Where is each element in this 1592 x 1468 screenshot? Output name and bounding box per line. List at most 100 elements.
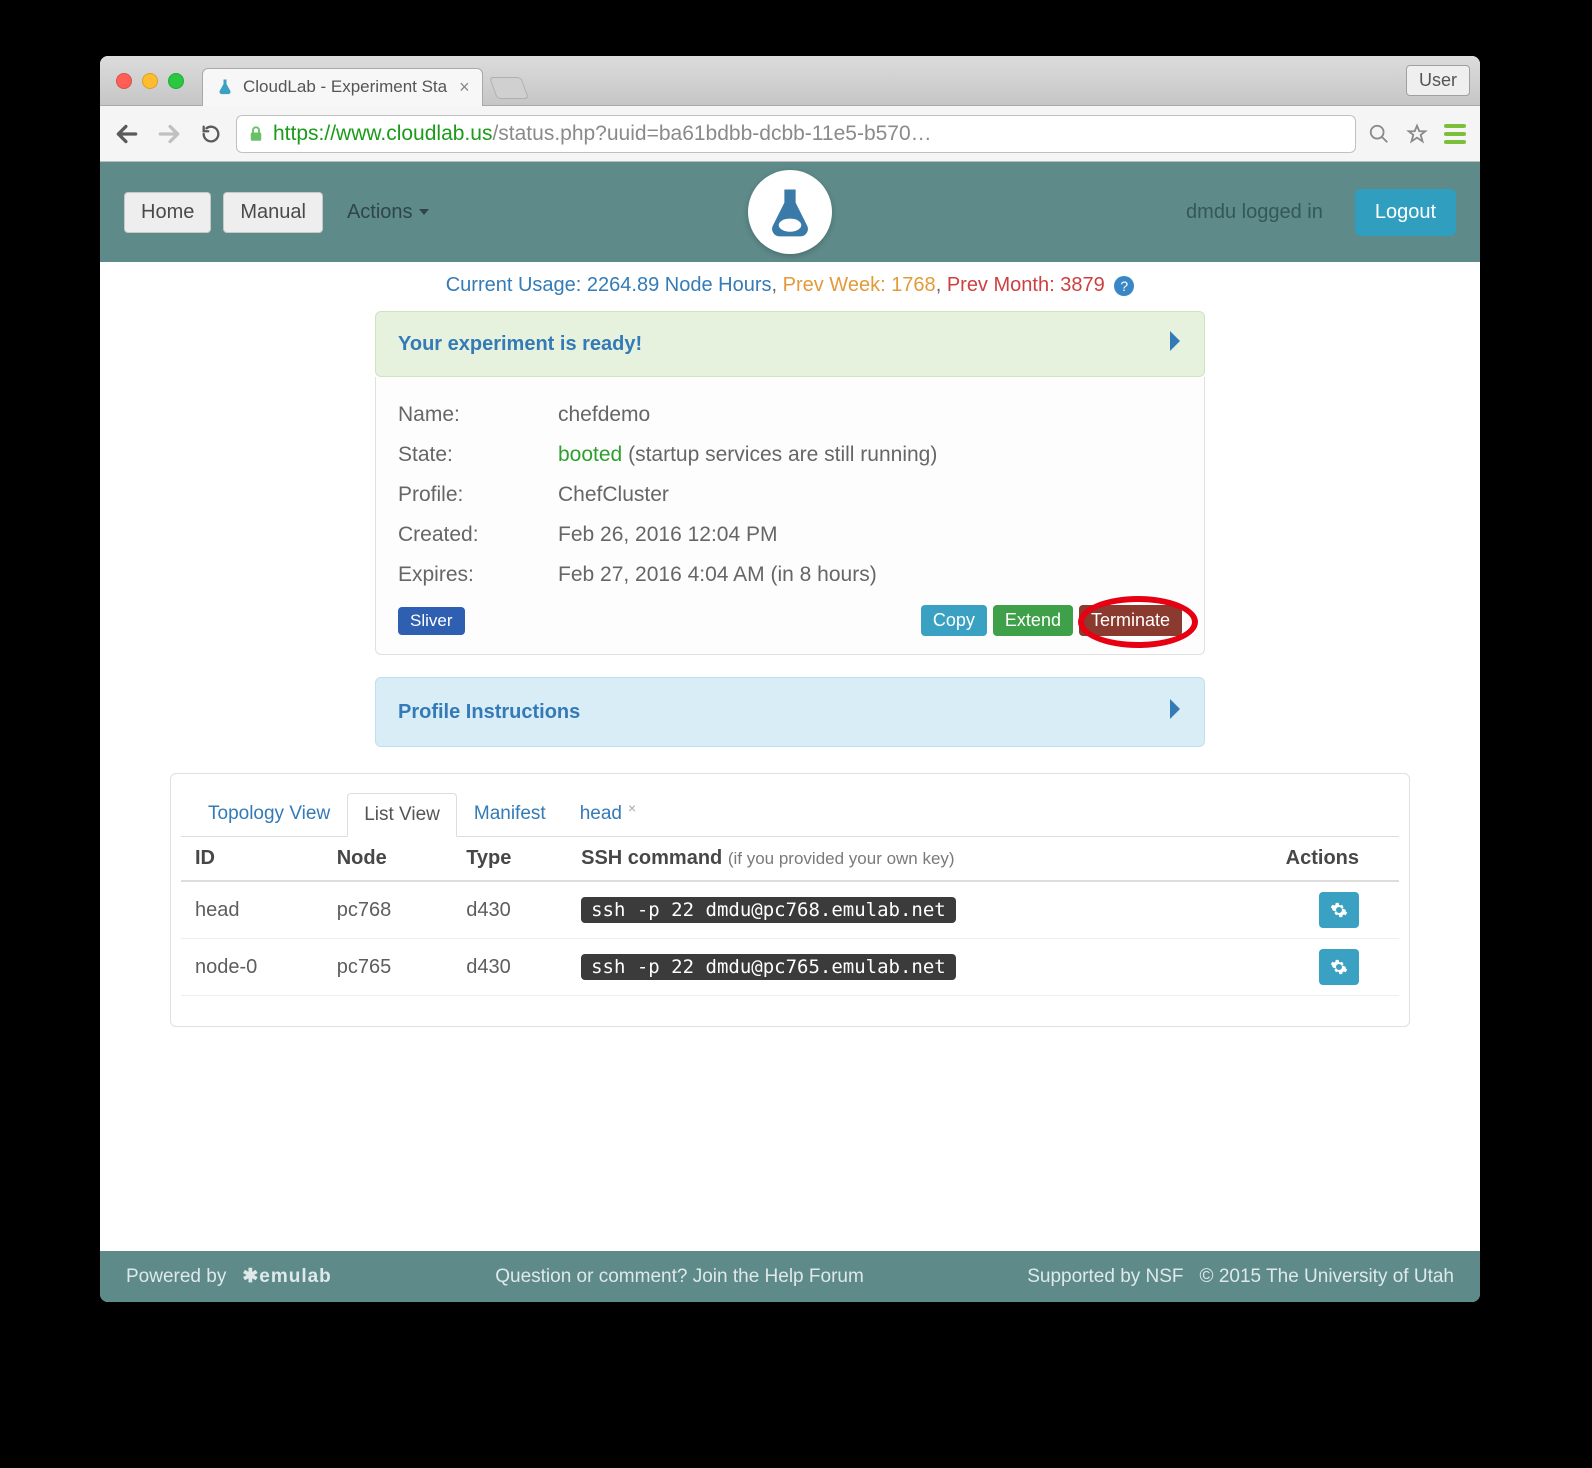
url-input[interactable]: https ://www.cloudlab.us /status.php?uui…: [236, 115, 1356, 153]
nodes-table: ID Node Type SSH command (if you provide…: [181, 837, 1399, 996]
search-icon[interactable]: [1364, 119, 1394, 149]
profile-instructions-panel[interactable]: Profile Instructions: [375, 677, 1205, 747]
current-usage-label: Current Usage:: [446, 274, 582, 296]
created-value: Feb 26, 2016 12:04 PM: [558, 523, 778, 547]
created-label: Created:: [398, 523, 558, 547]
login-status: dmdu logged in: [1186, 201, 1323, 224]
instructions-text: Profile Instructions: [398, 701, 580, 724]
cloudlab-logo[interactable]: [748, 170, 832, 254]
cell-id: node-0: [181, 939, 323, 996]
lock-icon: [247, 125, 265, 143]
help-forum-link[interactable]: Question or comment? Join the Help Forum: [495, 1266, 864, 1288]
expires-value: Feb 27, 2016 4:04 AM (in 8 hours): [558, 563, 877, 587]
tab-close-icon[interactable]: ×: [628, 800, 636, 816]
nodes-panel: Topology View List View Manifest head × …: [170, 773, 1410, 1027]
prev-month-label: Prev Month:: [947, 274, 1055, 296]
gear-icon: [1330, 901, 1348, 919]
page-body: Home Manual Actions dmdu logged in Logou…: [100, 162, 1480, 1302]
new-tab-button[interactable]: [489, 77, 529, 99]
copy-button[interactable]: Copy: [921, 605, 987, 636]
actions-dropdown[interactable]: Actions: [335, 193, 441, 232]
name-label: Name:: [398, 403, 558, 427]
profile-link[interactable]: ChefCluster: [558, 483, 669, 507]
traffic-lights: [116, 73, 184, 89]
row-actions-button[interactable]: [1319, 949, 1359, 985]
tab-manifest[interactable]: Manifest: [457, 792, 563, 836]
caret-down-icon: [419, 209, 429, 215]
col-actions: Actions: [1199, 837, 1399, 881]
sliver-badge[interactable]: Sliver: [398, 607, 465, 635]
cell-ssh[interactable]: ssh -p 22 dmdu@pc765.emulab.net: [581, 954, 956, 980]
col-ssh: SSH command (if you provided your own ke…: [567, 837, 1199, 881]
prev-week-value: 1768: [891, 274, 936, 296]
col-type: Type: [452, 837, 567, 881]
profile-label: Profile:: [398, 483, 558, 507]
current-usage-value: 2264.89 Node Hours: [587, 274, 772, 296]
usage-summary: Current Usage: 2264.89 Node Hours, Prev …: [170, 274, 1410, 297]
cell-type: d430: [452, 881, 567, 939]
window-maximize-button[interactable]: [168, 73, 184, 89]
powered-by-label: Powered by: [126, 1266, 226, 1288]
prev-month-value: 3879: [1060, 274, 1105, 296]
cell-type: d430: [452, 939, 567, 996]
nsf-link[interactable]: Supported by NSF: [1027, 1266, 1183, 1288]
state-label: State:: [398, 443, 558, 467]
home-button[interactable]: Home: [124, 192, 211, 233]
page-footer: Powered by ✱emulab Question or comment? …: [100, 1251, 1480, 1302]
logout-button[interactable]: Logout: [1355, 189, 1456, 236]
forward-button[interactable]: [152, 117, 186, 151]
manual-button[interactable]: Manual: [223, 192, 323, 233]
cell-ssh[interactable]: ssh -p 22 dmdu@pc768.emulab.net: [581, 897, 956, 923]
terminate-button[interactable]: Terminate: [1079, 605, 1182, 636]
url-host: ://www.cloudlab.us: [319, 122, 493, 146]
state-note: (startup services are still running): [628, 443, 937, 466]
gear-icon: [1330, 958, 1348, 976]
name-value: chefdemo: [558, 403, 650, 427]
emulab-link[interactable]: ✱emulab: [242, 1265, 331, 1288]
col-ssh-sub: (if you provided your own key): [728, 849, 955, 868]
tab-head-label: head: [580, 803, 622, 825]
view-tabs: Topology View List View Manifest head ×: [181, 792, 1399, 837]
actions-label: Actions: [347, 201, 413, 224]
top-nav: Home Manual Actions dmdu logged in Logou…: [100, 162, 1480, 262]
bookmark-star-icon[interactable]: [1402, 119, 1432, 149]
back-button[interactable]: [110, 117, 144, 151]
copyright-text: © 2015 The University of Utah: [1200, 1266, 1454, 1288]
row-actions-button[interactable]: [1319, 892, 1359, 928]
flask-icon: [215, 77, 235, 97]
col-ssh-label: SSH command: [581, 847, 722, 869]
col-node: Node: [323, 837, 453, 881]
table-row: head pc768 d430 ssh -p 22 dmdu@pc768.emu…: [181, 881, 1399, 939]
tab-close-button[interactable]: ×: [459, 77, 470, 98]
extend-button[interactable]: Extend: [993, 605, 1073, 636]
chrome-menu-button[interactable]: [1440, 120, 1470, 148]
window-minimize-button[interactable]: [142, 73, 158, 89]
url-protocol: https: [273, 122, 319, 146]
chrome-tab-bar: CloudLab - Experiment Sta × User: [100, 56, 1480, 106]
browser-tab[interactable]: CloudLab - Experiment Sta ×: [202, 68, 483, 106]
experiment-ready-panel[interactable]: Your experiment is ready!: [375, 311, 1205, 377]
chevron-right-icon: [1168, 330, 1182, 358]
cell-node: pc768: [323, 881, 453, 939]
content-area: Current Usage: 2264.89 Node Hours, Prev …: [100, 262, 1480, 1251]
tab-head[interactable]: head ×: [563, 792, 653, 836]
col-id: ID: [181, 837, 323, 881]
usage-help-icon[interactable]: ?: [1114, 276, 1134, 296]
reload-button[interactable]: [194, 117, 228, 151]
chrome-address-bar: https ://www.cloudlab.us /status.php?uui…: [100, 106, 1480, 162]
cell-id: head: [181, 881, 323, 939]
ready-text: Your experiment is ready!: [398, 333, 642, 356]
chevron-right-icon: [1168, 698, 1182, 726]
state-value: booted: [558, 443, 622, 466]
tab-title: CloudLab - Experiment Sta: [243, 77, 447, 97]
experiment-info-panel: Name: chefdemo State: booted (startup se…: [375, 377, 1205, 655]
tab-topology[interactable]: Topology View: [191, 792, 347, 836]
chrome-user-badge[interactable]: User: [1406, 65, 1470, 96]
cell-node: pc765: [323, 939, 453, 996]
tab-list[interactable]: List View: [347, 793, 457, 837]
prev-week-label: Prev Week:: [783, 274, 886, 296]
window-close-button[interactable]: [116, 73, 132, 89]
browser-window: CloudLab - Experiment Sta × User https :…: [100, 56, 1480, 1302]
url-path: /status.php?uuid=ba61bdbb-dcbb-11e5-b570…: [492, 122, 931, 146]
table-row: node-0 pc765 d430 ssh -p 22 dmdu@pc765.e…: [181, 939, 1399, 996]
